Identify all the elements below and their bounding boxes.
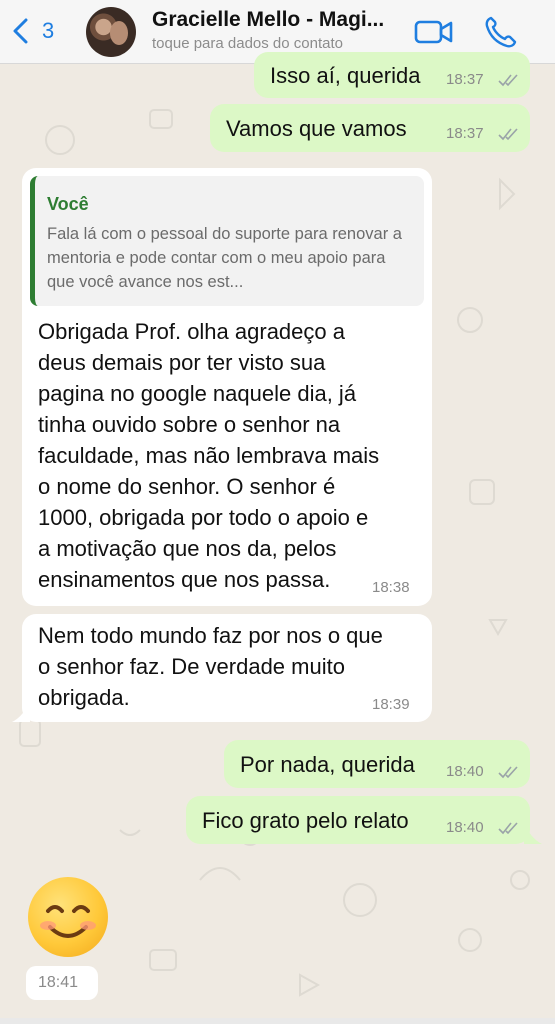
message-line: Nem todo mundo faz por nos o que [38,623,383,648]
video-call-icon[interactable] [414,16,454,48]
smiling-face-icon[interactable] [28,877,108,957]
message-text: Obrigada Prof. olha agradeço a deus dema… [38,316,428,595]
message-bubble-incoming[interactable]: Você Fala lá com o pessoal do suporte pa… [22,168,432,606]
message-bubble-outgoing[interactable]: Fico grato pelo relato 18:40 [186,796,530,844]
message-line: pagina no google naquele dia, já [38,381,357,406]
bubble-tail [12,700,30,722]
message-line: o nome do senhor. O senhor é [38,474,336,499]
message-time: 18:40 [446,819,484,836]
message-line: tinha ouvido sobre o senhor na [38,412,341,437]
chevron-left-icon [13,18,28,44]
emoji-time-badge: 18:41 [26,966,98,1000]
phone-icon[interactable] [483,15,519,49]
emoji-face [46,905,90,938]
contact-avatar[interactable] [86,7,136,57]
back-button[interactable]: 3 [8,14,68,48]
quoted-text: Fala lá com o pessoal do suporte para re… [47,225,402,291]
composer-edge [0,1018,555,1024]
message-time: 18:38 [372,579,410,596]
message-time: 18:39 [372,696,410,713]
message-text: Fico grato pelo relato [202,808,409,833]
message-line: Obrigada Prof. olha agradeço a [38,319,345,344]
message-time: 18:37 [446,125,484,142]
message-bubble-outgoing[interactable]: Vamos que vamos 18:37 [210,104,530,152]
read-receipt-icon [498,766,518,779]
message-line: ensinamentos que nos passa. [38,567,331,592]
message-line: obrigada. [38,685,130,710]
read-receipt-icon [498,128,518,141]
message-time: 18:41 [38,974,79,991]
bubble-tail [524,822,542,844]
quoted-message[interactable]: Você Fala lá com o pessoal do suporte pa… [30,176,424,306]
message-text: Por nada, querida [240,752,415,777]
emoji-cheek [40,921,56,930]
emoji-cheek [80,921,96,930]
unread-count: 3 [42,18,55,43]
message-line: 1000, obrigada por todo o apoio e [38,505,369,530]
message-line: a motivação que nos da, pelos [38,536,337,561]
message-line: o senhor faz. De verdade muito [38,654,345,679]
message-bubble-outgoing[interactable]: Isso aí, querida 18:37 [254,52,530,98]
contact-info-hint[interactable]: toque para dados do contato [152,35,343,52]
read-receipt-icon [498,822,518,835]
contact-name[interactable]: Gracielle Mello - Magi... [152,8,404,32]
message-time: 18:37 [446,71,484,88]
message-line: deus demais por ter visto sua [38,350,326,375]
message-bubble-outgoing[interactable]: Por nada, querida 18:40 [224,740,530,788]
message-bubble-incoming[interactable]: Nem todo mundo faz por nos o que o senho… [22,614,432,722]
read-receipt-icon [498,74,518,87]
quoted-author: Você [47,194,89,214]
message-text: Isso aí, querida [270,63,421,88]
message-time: 18:40 [446,763,484,780]
message-text: Nem todo mundo faz por nos o que o senho… [38,620,428,713]
message-line: faculdade, mas não lembrava mais [38,443,380,468]
message-text: Vamos que vamos [226,116,407,141]
